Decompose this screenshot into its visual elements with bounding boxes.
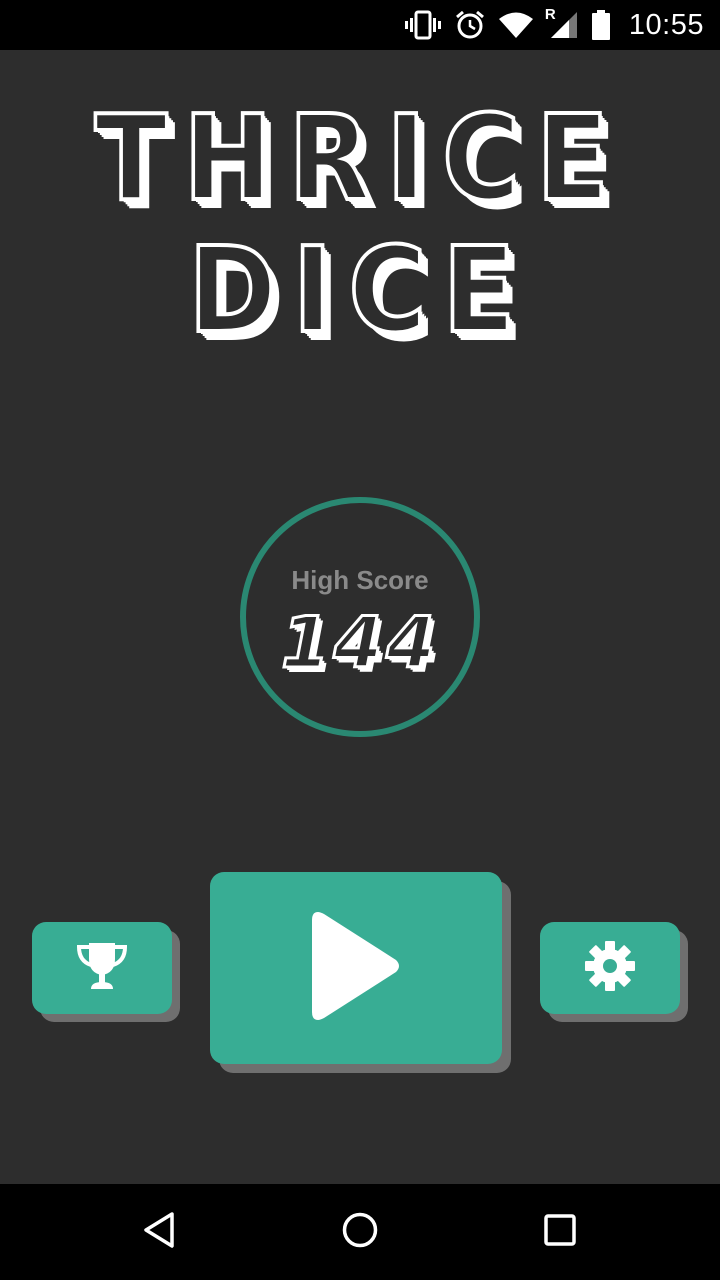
high-score-ring: High Score 144 <box>240 497 480 737</box>
navigation-bar <box>0 1184 720 1280</box>
high-score-value: 144 <box>279 602 440 685</box>
alarm-icon <box>455 10 485 40</box>
status-clock: 10:55 <box>628 8 704 41</box>
signal-icon: R <box>545 6 577 40</box>
gear-icon <box>583 939 637 997</box>
status-icons: R 10:55 <box>404 0 704 50</box>
back-icon <box>140 1210 180 1254</box>
app-title: THRICE DICE <box>0 89 720 359</box>
leaderboard-button[interactable] <box>32 922 172 1014</box>
high-score-label: High Score <box>291 565 429 595</box>
wifi-icon <box>498 12 533 38</box>
play-button[interactable] <box>210 872 502 1064</box>
settings-button[interactable] <box>540 922 680 1014</box>
vibrate-icon <box>404 10 441 40</box>
title-line-2: DICE <box>187 221 532 359</box>
battery-icon <box>591 10 611 40</box>
nav-back-button[interactable] <box>120 1202 200 1262</box>
home-screen: R 10:55 THRICE DICE High Score 144 <box>0 0 720 1280</box>
status-bar: R 10:55 <box>0 0 720 50</box>
trophy-icon <box>75 939 129 997</box>
roaming-indicator: R <box>544 6 556 23</box>
nav-home-button[interactable] <box>320 1202 400 1262</box>
recents-icon <box>540 1210 580 1254</box>
nav-recents-button[interactable] <box>520 1202 600 1262</box>
home-icon <box>340 1210 380 1254</box>
play-icon <box>308 908 404 1028</box>
title-line-1: THRICE <box>93 89 626 227</box>
